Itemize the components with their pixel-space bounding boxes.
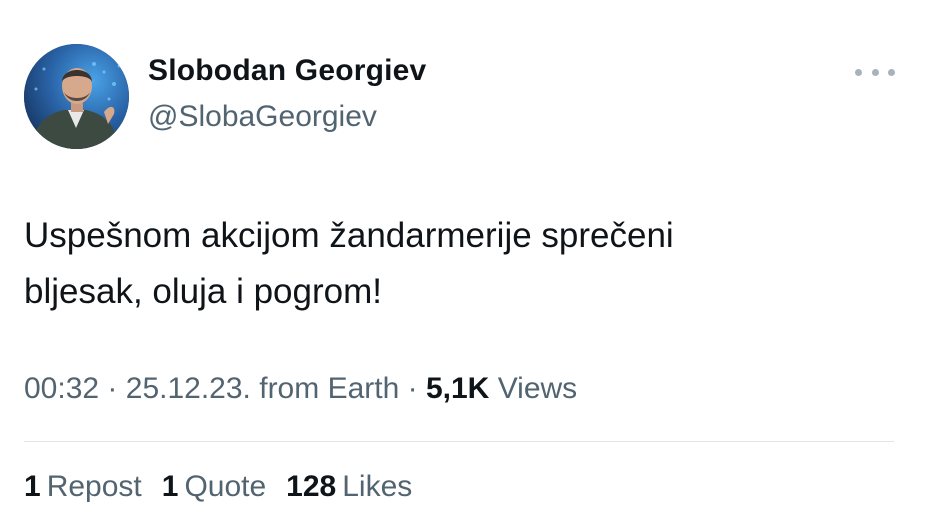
views-label: Views xyxy=(497,372,578,405)
engagement-stats: 1 Repost 1 Quote 128 Likes xyxy=(24,470,412,504)
tweet-time[interactable]: 00:32 xyxy=(24,372,99,405)
dot xyxy=(855,68,862,76)
author-name[interactable]: Slobodan Georgiev xyxy=(148,54,426,88)
reposts-label: Repost xyxy=(46,470,142,503)
separator: · xyxy=(407,372,418,405)
dot xyxy=(888,68,895,76)
tweet-card: Slobodan Georgiev @SlobaGeorgiev Uspešno… xyxy=(0,0,930,525)
avatar[interactable] xyxy=(24,44,129,149)
dot xyxy=(871,68,879,76)
author-handle[interactable]: @SlobaGeorgiev xyxy=(148,100,377,134)
tweet-text: Uspešnom akcijom žandarmerije sprečeni b… xyxy=(24,208,884,320)
separator: · xyxy=(107,372,118,405)
quotes-link[interactable]: 1 Quote xyxy=(162,470,266,504)
likes-link[interactable]: 128 Likes xyxy=(286,470,412,504)
quotes-label: Quote xyxy=(184,470,267,503)
tweet-date[interactable]: 25.12.23. xyxy=(126,372,251,405)
quotes-count: 1 xyxy=(161,470,179,503)
likes-count: 128 xyxy=(286,470,337,503)
tweet-source: from Earth xyxy=(259,372,400,405)
tweet-text-line: bljesak, oluja i pogrom! xyxy=(24,272,382,311)
reposts-link[interactable]: 1 Repost xyxy=(24,470,142,504)
divider xyxy=(24,441,894,442)
tweet-text-line: Uspešnom akcijom žandarmerije sprečeni xyxy=(24,216,674,255)
likes-label: Likes xyxy=(342,470,413,503)
avatar-photo xyxy=(24,44,129,149)
more-options-icon[interactable] xyxy=(855,60,895,84)
reposts-count: 1 xyxy=(24,470,41,503)
views-count: 5,1K xyxy=(425,372,490,405)
tweet-meta: 00:32 · 25.12.23. from Earth · 5,1K View… xyxy=(24,372,577,406)
